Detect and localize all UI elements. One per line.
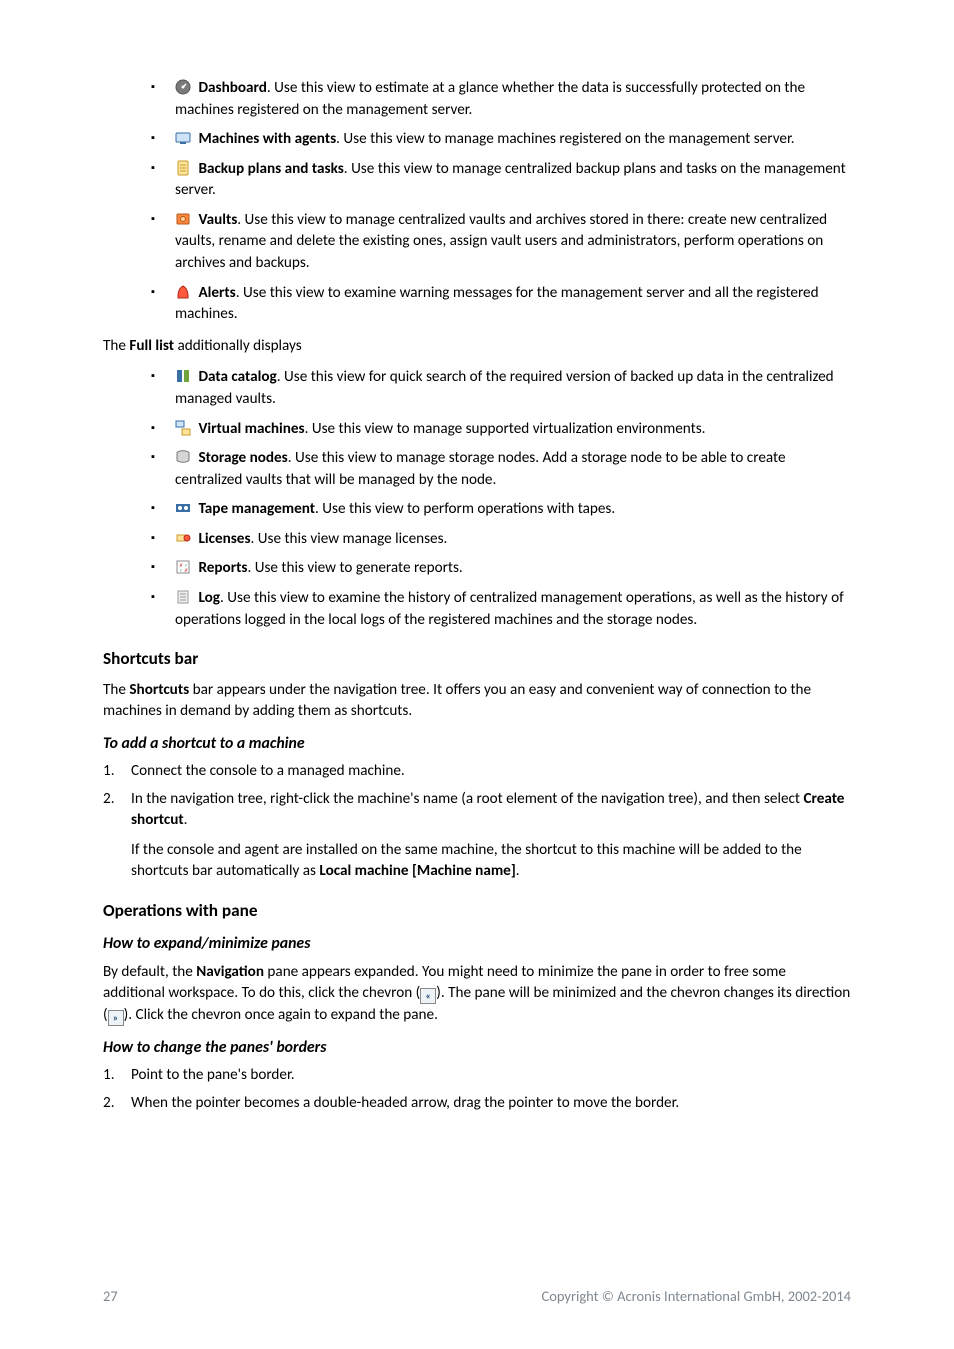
shortcuts-bar-paragraph: The Shortcuts bar appears under the navi… [103,680,851,723]
bullet-icon: ▪ [151,79,155,95]
reports-icon: ✗✓✓✗ [175,559,191,575]
item-title: Backup plans and tasks [198,160,343,178]
full-list-intro: The Full list additionally displays [103,336,851,358]
bullet-icon: ▪ [151,420,155,436]
page-footer: 27 Copyright © Acronis International Gmb… [103,1286,851,1307]
list-item: ▪ Machines with agents. Use this view to… [103,129,851,151]
item-title: Vaults [198,211,237,229]
item-text: . Use this view manage licenses. [251,530,448,548]
item-text: . Use this view to perform operations wi… [315,500,615,518]
list-item: ▪ Tape management. Use this view to perf… [103,499,851,521]
bullet-icon: ▪ [151,559,155,575]
log-icon [175,589,191,605]
item-title: Licenses [198,530,250,548]
dashboard-icon [175,79,191,95]
copyright-text: Copyright © Acronis International GmbH, … [541,1286,851,1307]
chevron-left-icon: « [420,988,436,1004]
step-text: Point to the pane's border. [131,1066,295,1084]
step-text: When the pointer becomes a double-headed… [131,1094,679,1112]
text-bold: Local machine [Machine name] [319,862,515,880]
list-item: ▪ Data catalog. Use this view for quick … [103,367,851,410]
svg-text:✗: ✗ [184,568,188,574]
page-number: 27 [103,1286,118,1307]
change-borders-steps: Point to the pane's border. When the poi… [103,1065,851,1114]
text: The [103,337,129,355]
virtual-machines-icon [175,420,191,436]
operations-heading: Operations with pane [103,899,851,923]
chevron-right-icon: » [108,1010,124,1026]
item-title: Machines with agents [198,130,336,148]
bullet-icon: ▪ [151,368,155,384]
storage-nodes-icon [175,449,191,465]
text-bold: Navigation [196,963,264,981]
list-item: ▪ Dashboard. Use this view to estimate a… [103,78,851,121]
item-title: Log [198,589,220,607]
text: additionally displays [174,337,302,355]
list-item: ▪ Licenses. Use this view manage license… [103,529,851,551]
text-bold: Full list [129,337,174,355]
text: ). Click the chevron once again to expan… [124,1006,438,1024]
item-text: . Use this view to examine warning messa… [175,284,819,324]
bullet-icon: ▪ [151,284,155,300]
machines-agents-icon [175,130,191,146]
vaults-icon [175,211,191,227]
list-item: ▪ Storage nodes. Use this view to manage… [103,448,851,491]
list-item: ▪ Virtual machines. Use this view to man… [103,419,851,441]
text: bar appears under the navigation tree. I… [103,681,811,721]
list-item: ▪ Log. Use this view to examine the hist… [103,588,851,631]
data-catalog-icon [175,368,191,384]
item-title: Virtual machines [198,420,304,438]
item-text: . Use this view to examine the history o… [175,589,844,629]
text-bold: Shortcuts [129,681,189,699]
text: . [184,811,188,829]
expand-minimize-heading: How to expand/minimize panes [103,933,851,955]
list-item: Point to the pane's border. [103,1065,851,1087]
bullet-icon: ▪ [151,160,155,176]
list-item: When the pointer becomes a double-headed… [103,1093,851,1115]
backup-plans-icon [175,160,191,176]
item-title: Dashboard [198,79,266,97]
list-item: Connect the console to a managed machine… [103,761,851,783]
item-title: Alerts [198,284,235,302]
list-item: ▪ Alerts. Use this view to examine warni… [103,283,851,326]
list-item: In the navigation tree, right-click the … [103,789,851,883]
shortcuts-bar-heading: Shortcuts bar [103,647,851,671]
licenses-icon [175,530,191,546]
bullet-icon: ▪ [151,589,155,605]
full-list: ▪ Data catalog. Use this view for quick … [103,367,851,631]
bullet-icon: ▪ [151,500,155,516]
add-shortcut-heading: To add a shortcut to a machine [103,733,851,755]
item-title: Tape management [198,500,315,518]
text: . [516,862,520,880]
tape-mgmt-icon [175,500,191,516]
list-item: ▪ Vaults. Use this view to manage centra… [103,210,851,275]
list-item: ▪ Backup plans and tasks. Use this view … [103,159,851,202]
bullet-icon: ▪ [151,211,155,227]
text: The [103,681,129,699]
change-borders-heading: How to change the panes' borders [103,1037,851,1059]
item-title: Data catalog [198,368,276,386]
item-text: . Use this view to manage supported virt… [305,420,706,438]
step-text: Connect the console to a managed machine… [131,762,405,780]
item-text: . Use this view to manage machines regis… [336,130,794,148]
short-list: ▪ Dashboard. Use this view to estimate a… [103,78,851,326]
add-shortcut-steps: Connect the console to a managed machine… [103,761,851,883]
item-title: Storage nodes [198,449,287,467]
item-text: . Use this view to estimate at a glance … [175,79,805,119]
text: By default, the [103,963,196,981]
svg-text:✓: ✓ [179,568,183,574]
item-text: . Use this view to generate reports. [247,559,462,577]
step-continuation: If the console and agent are installed o… [131,840,851,883]
bullet-icon: ▪ [151,130,155,146]
item-title: Reports [198,559,247,577]
list-item: ▪ ✗✓✓✗ Reports. Use this view to generat… [103,558,851,580]
bullet-icon: ▪ [151,449,155,465]
step-text: In the navigation tree, right-click the … [131,790,803,808]
alerts-icon [175,284,191,300]
item-text: . Use this view to manage centralized va… [175,211,827,272]
expand-minimize-paragraph: By default, the Navigation pane appears … [103,962,851,1027]
bullet-icon: ▪ [151,530,155,546]
